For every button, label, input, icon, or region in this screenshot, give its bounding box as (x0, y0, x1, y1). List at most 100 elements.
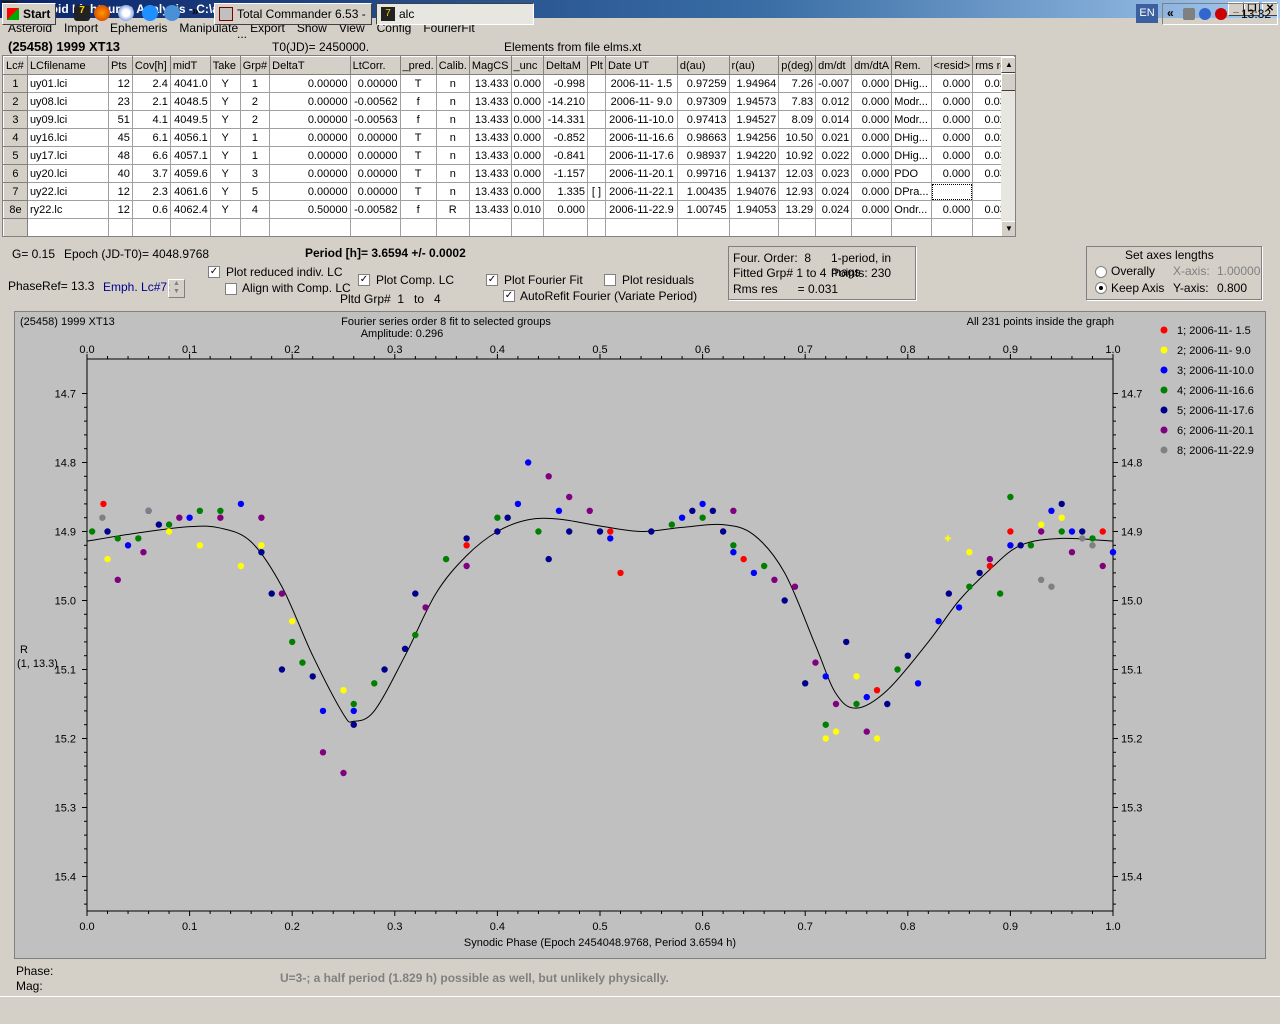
keep-axis-radio[interactable] (1095, 282, 1107, 294)
table-cell[interactable]: 0.000 (510, 146, 545, 165)
table-cell[interactable] (815, 218, 853, 236)
column-header[interactable]: Date UT (604, 56, 678, 75)
table-cell[interactable] (239, 218, 271, 236)
scroll-thumb[interactable] (1001, 73, 1015, 91)
table-cell[interactable]: 1 (239, 146, 271, 165)
yaxis-value[interactable]: 0.800 (1217, 281, 1247, 295)
scroll-up-icon[interactable]: ▲ (1001, 57, 1015, 73)
column-header[interactable]: _unc (510, 56, 545, 75)
table-cell[interactable]: T (399, 146, 437, 165)
autorefit-checkbox[interactable]: ✓ (503, 290, 515, 302)
scroll-down-icon[interactable]: ▼ (1001, 221, 1015, 236)
table-cell[interactable]: DPra... (891, 182, 932, 201)
table-cell[interactable]: 2006-11-16.6 (604, 128, 678, 147)
table-cell[interactable]: T (399, 74, 437, 93)
table-cell[interactable]: 0.000 (510, 74, 545, 93)
table-cell[interactable]: 0.000 (930, 164, 974, 183)
table-cell[interactable]: 0.00000 (269, 74, 351, 93)
table-row[interactable]: 8e ry22.lc 12 0.6 4062.4 Y 4 0.50000 -0.00582 f R 1… (3, 200, 1015, 219)
table-cell[interactable] (930, 218, 974, 236)
table-cell[interactable]: 0.000 (930, 128, 974, 147)
search-icon[interactable] (142, 5, 158, 21)
table-cell[interactable]: n (435, 146, 470, 165)
table-cell[interactable]: 4041.0 (169, 74, 211, 93)
table-cell[interactable]: 0.000 (851, 92, 893, 111)
table-cell[interactable]: 0.97413 (676, 110, 730, 129)
firefox-icon[interactable] (94, 5, 110, 21)
table-cell[interactable]: -0.841 (543, 146, 588, 165)
table-row[interactable]: 7 uy22.lci 12 2.3 4061.6 Y 5 0.00000 0.00000 Tn 13… (3, 182, 1015, 201)
table-cell[interactable] (435, 218, 470, 236)
table-cell[interactable]: 0.000 (543, 200, 588, 219)
alc-quicklaunch-icon[interactable]: 7 (74, 5, 90, 21)
lightcurve-table[interactable]: Lc# LCfilename Pts Cov[h] midT Take Grp# DeltaT… (2, 55, 1016, 237)
table-cell[interactable]: 0.000 (510, 92, 545, 111)
column-header[interactable]: LtCorr. (349, 56, 401, 75)
table-cell[interactable]: Modr... (891, 92, 932, 111)
column-header[interactable]: _pred. (399, 56, 437, 75)
table-cell[interactable]: Y (209, 164, 241, 183)
clock[interactable]: 13:32 (1241, 7, 1271, 21)
row-header[interactable]: 2 (3, 92, 28, 111)
table-row-empty[interactable] (3, 218, 1015, 236)
table-cell[interactable]: 0.000 (851, 182, 893, 201)
table-cell[interactable]: Y (209, 92, 241, 111)
table-cell[interactable]: 40 (108, 164, 133, 183)
table-cell[interactable]: 12 (108, 200, 133, 219)
table-cell[interactable]: 0.014 (815, 110, 853, 129)
table-cell[interactable]: 2006-11-17.6 (604, 146, 678, 165)
table-cell[interactable] (728, 218, 780, 236)
table-cell[interactable]: 1.94256 (728, 128, 780, 147)
table-cell[interactable]: 23 (108, 92, 133, 111)
table-cell[interactable]: uy20.lci (26, 164, 110, 183)
speaker-icon[interactable] (1183, 8, 1195, 20)
table-cell[interactable]: ry22.lc (26, 200, 110, 219)
column-header[interactable]: Calib. (435, 56, 470, 75)
table-cell[interactable]: 2 (239, 110, 271, 129)
table-cell[interactable] (676, 218, 730, 236)
table-cell[interactable]: 8.09 (778, 110, 817, 129)
table-cell[interactable]: 4057.1 (169, 146, 211, 165)
table-cell[interactable]: 2006-11-22.1 (604, 182, 678, 201)
table-cell[interactable]: DHig... (891, 74, 932, 93)
table-cell[interactable]: 1.94220 (728, 146, 780, 165)
table-cell[interactable] (586, 128, 606, 147)
row-header[interactable]: 6 (3, 164, 28, 183)
table-cell[interactable]: uy17.lci (26, 146, 110, 165)
table-cell[interactable]: PDO (891, 164, 932, 183)
row-header[interactable] (3, 218, 28, 236)
column-header[interactable]: d(au) (676, 56, 730, 75)
table-cell[interactable] (586, 92, 606, 111)
table-cell[interactable] (468, 218, 512, 236)
table-cell[interactable]: 13.29 (778, 200, 817, 219)
table-cell[interactable]: n (435, 74, 470, 93)
table-cell[interactable]: 2006-11- 9.0 (604, 92, 678, 111)
table-cell[interactable]: 1.94964 (728, 74, 780, 93)
table-cell[interactable] (778, 218, 817, 236)
table-cell[interactable] (930, 182, 974, 201)
security-icon[interactable] (1215, 8, 1227, 20)
table-cell[interactable] (586, 146, 606, 165)
table-cell[interactable]: 0.00000 (349, 146, 401, 165)
table-cell[interactable] (586, 200, 606, 219)
table-cell[interactable]: uy09.lci (26, 110, 110, 129)
row-header[interactable]: 4 (3, 128, 28, 147)
table-cell[interactable]: 0.000 (851, 200, 893, 219)
table-cell[interactable]: n (435, 110, 470, 129)
table-cell[interactable]: 0.000 (510, 110, 545, 129)
table-cell[interactable]: 1.94053 (728, 200, 780, 219)
table-cell[interactable]: n (435, 128, 470, 147)
table-cell[interactable]: -14.210 (543, 92, 588, 111)
table-cell[interactable]: f (399, 110, 437, 129)
table-row[interactable]: 2 uy08.lci 23 2.1 4048.5 Y 2 0.00000 -0.00562 f n 1… (3, 92, 1015, 111)
table-cell[interactable]: f (399, 92, 437, 111)
table-cell[interactable]: 0.000 (510, 128, 545, 147)
table-cell[interactable]: 2.3 (131, 182, 171, 201)
column-header[interactable]: LCfilename (26, 56, 110, 75)
quicklaunch-chevron-icon[interactable]: » (192, 4, 199, 18)
table-cell[interactable]: 0.000 (930, 110, 974, 129)
table-row[interactable]: 6 uy20.lci 40 3.7 4059.6 Y 3 0.00000 0.00000 Tn 13… (3, 164, 1015, 183)
table-cell[interactable]: 1.94573 (728, 92, 780, 111)
table-cell[interactable]: 0.00000 (349, 182, 401, 201)
table-cell[interactable]: n (435, 182, 470, 201)
